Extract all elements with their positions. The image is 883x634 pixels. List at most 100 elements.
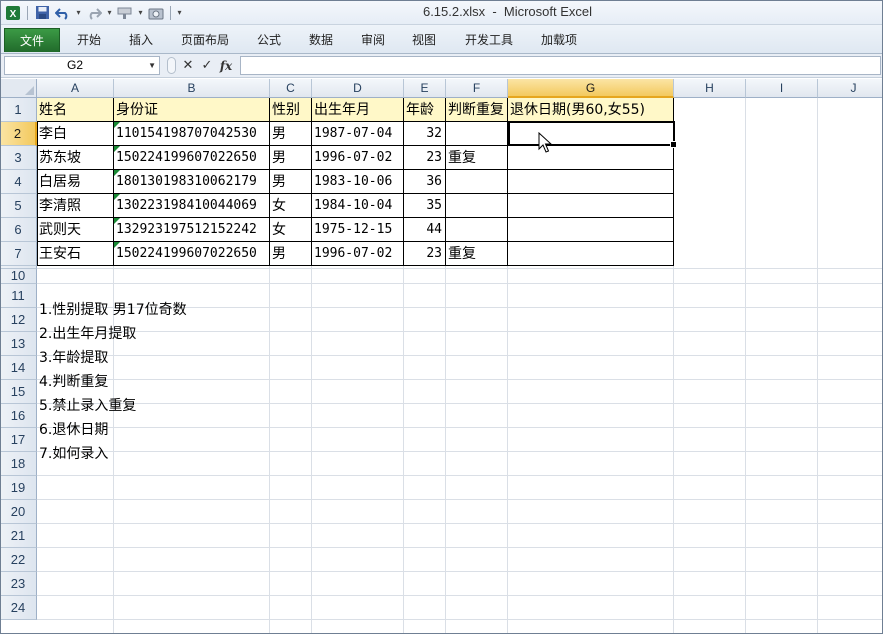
resize-grip-icon[interactable] [167, 57, 176, 74]
row-header-10[interactable]: 10 [0, 269, 37, 284]
cell-e6[interactable]: 44 [404, 218, 446, 242]
enter-icon[interactable]: ✓ [200, 58, 214, 73]
note-item-1[interactable]: 1.性别提取 男17位奇数 [39, 298, 187, 322]
note-item-5[interactable]: 5.禁止录入重复 [39, 394, 136, 418]
note-item-7[interactable]: 7.如何录入 [39, 442, 108, 466]
cell-c2[interactable]: 男 [270, 122, 312, 146]
cell-e7[interactable]: 23 [404, 242, 446, 266]
row-header-6[interactable]: 6 [0, 218, 37, 242]
row-header-18[interactable]: 18 [0, 452, 37, 476]
cell-c4[interactable]: 男 [270, 170, 312, 194]
cell-d5[interactable]: 1984-10-04 [312, 194, 404, 218]
cell-a4[interactable]: 白居易 [37, 170, 114, 194]
row-header-4[interactable]: 4 [0, 170, 37, 194]
cell-d7[interactable]: 1996-07-02 [312, 242, 404, 266]
tab-insert[interactable]: 插入 [121, 31, 161, 51]
row-header-3[interactable]: 3 [0, 146, 37, 170]
row-header-20[interactable]: 20 [0, 500, 37, 524]
column-header-e[interactable]: E [404, 79, 446, 98]
cell-c6[interactable]: 女 [270, 218, 312, 242]
row-header-1[interactable]: 1 [0, 98, 37, 122]
cell-c7[interactable]: 男 [270, 242, 312, 266]
cell-c3[interactable]: 男 [270, 146, 312, 170]
column-header-h[interactable]: H [674, 79, 746, 98]
cell-e4[interactable]: 36 [404, 170, 446, 194]
note-item-3[interactable]: 3.年龄提取 [39, 346, 108, 370]
cell-b5[interactable]: 130223198410044069 [114, 194, 270, 218]
cell-b3[interactable]: 150224199607022650 [114, 146, 270, 170]
cell-g4[interactable] [508, 170, 674, 194]
worksheet-grid[interactable]: A B C D E F G H I J 1 2 3 4 5 6 7 10 11 … [0, 79, 883, 634]
column-header-a[interactable]: A [37, 79, 114, 98]
cell-f3[interactable]: 重复 [446, 146, 508, 170]
cell-g1[interactable]: 退休日期(男60,女55) [508, 98, 674, 122]
row-header-5[interactable]: 5 [0, 194, 37, 218]
cell-a6[interactable]: 武则天 [37, 218, 114, 242]
cell-f7[interactable]: 重复 [446, 242, 508, 266]
cell-d3[interactable]: 1996-07-02 [312, 146, 404, 170]
column-header-i[interactable]: I [746, 79, 818, 98]
row-header-7[interactable]: 7 [0, 242, 37, 266]
cell-b2[interactable]: 110154198707042530 [114, 122, 270, 146]
cancel-icon[interactable]: ✕ [181, 58, 195, 73]
cell-f1[interactable]: 判断重复 [446, 98, 508, 122]
cell-e5[interactable]: 35 [404, 194, 446, 218]
note-item-4[interactable]: 4.判断重复 [39, 370, 108, 394]
column-header-d[interactable]: D [312, 79, 404, 98]
cell-f2[interactable] [446, 122, 508, 146]
name-box-dropdown-icon[interactable]: ▼ [148, 57, 156, 74]
row-header-21[interactable]: 21 [0, 524, 37, 548]
cell-g6[interactable] [508, 218, 674, 242]
column-header-c[interactable]: C [270, 79, 312, 98]
row-header-19[interactable]: 19 [0, 476, 37, 500]
cell-a7[interactable]: 王安石 [37, 242, 114, 266]
cell-a1[interactable]: 姓名 [37, 98, 114, 122]
cell-b6[interactable]: 132923197512152242 [114, 218, 270, 242]
cell-b1[interactable]: 身份证 [114, 98, 270, 122]
tab-page-layout[interactable]: 页面布局 [172, 31, 238, 51]
tab-view[interactable]: 视图 [405, 31, 443, 51]
row-header-12[interactable]: 12 [0, 308, 37, 332]
row-header-24[interactable]: 24 [0, 596, 37, 620]
note-item-2[interactable]: 2.出生年月提取 [39, 322, 136, 346]
row-header-23[interactable]: 23 [0, 572, 37, 596]
insert-function-icon[interactable]: fx [219, 59, 233, 73]
row-header-22[interactable]: 22 [0, 548, 37, 572]
cell-d6[interactable]: 1975-12-15 [312, 218, 404, 242]
active-cell-selection[interactable] [508, 121, 677, 148]
tab-formulas[interactable]: 公式 [250, 31, 288, 51]
row-header-13[interactable]: 13 [0, 332, 37, 356]
column-header-g[interactable]: G [508, 79, 674, 98]
tab-addins[interactable]: 加载项 [532, 31, 586, 51]
row-header-11[interactable]: 11 [0, 284, 37, 308]
cell-a3[interactable]: 苏东坡 [37, 146, 114, 170]
tab-review[interactable]: 审阅 [354, 31, 392, 51]
formula-input[interactable] [240, 56, 881, 75]
select-all-button[interactable] [0, 79, 37, 98]
cell-e3[interactable]: 23 [404, 146, 446, 170]
row-header-15[interactable]: 15 [0, 380, 37, 404]
tab-data[interactable]: 数据 [302, 31, 340, 51]
tab-developer[interactable]: 开发工具 [456, 31, 522, 51]
cell-b7[interactable]: 150224199607022650 [114, 242, 270, 266]
cell-f6[interactable] [446, 218, 508, 242]
name-box[interactable]: G2 ▼ [4, 56, 160, 75]
cell-d1[interactable]: 出生年月 [312, 98, 404, 122]
cell-c5[interactable]: 女 [270, 194, 312, 218]
cell-e1[interactable]: 年龄 [404, 98, 446, 122]
cell-d4[interactable]: 1983-10-06 [312, 170, 404, 194]
cell-d2[interactable]: 1987-07-04 [312, 122, 404, 146]
tab-home[interactable]: 开始 [70, 31, 108, 51]
cell-c1[interactable]: 性别 [270, 98, 312, 122]
cell-g5[interactable] [508, 194, 674, 218]
column-header-j[interactable]: J [818, 79, 883, 98]
cell-b4[interactable]: 180130198310062179 [114, 170, 270, 194]
cell-g7[interactable] [508, 242, 674, 266]
cell-g3[interactable] [508, 146, 674, 170]
tab-file[interactable]: 文件 [4, 28, 60, 52]
cell-e2[interactable]: 32 [404, 122, 446, 146]
column-header-f[interactable]: F [446, 79, 508, 98]
cell-a5[interactable]: 李清照 [37, 194, 114, 218]
cell-f4[interactable] [446, 170, 508, 194]
cell-f5[interactable] [446, 194, 508, 218]
